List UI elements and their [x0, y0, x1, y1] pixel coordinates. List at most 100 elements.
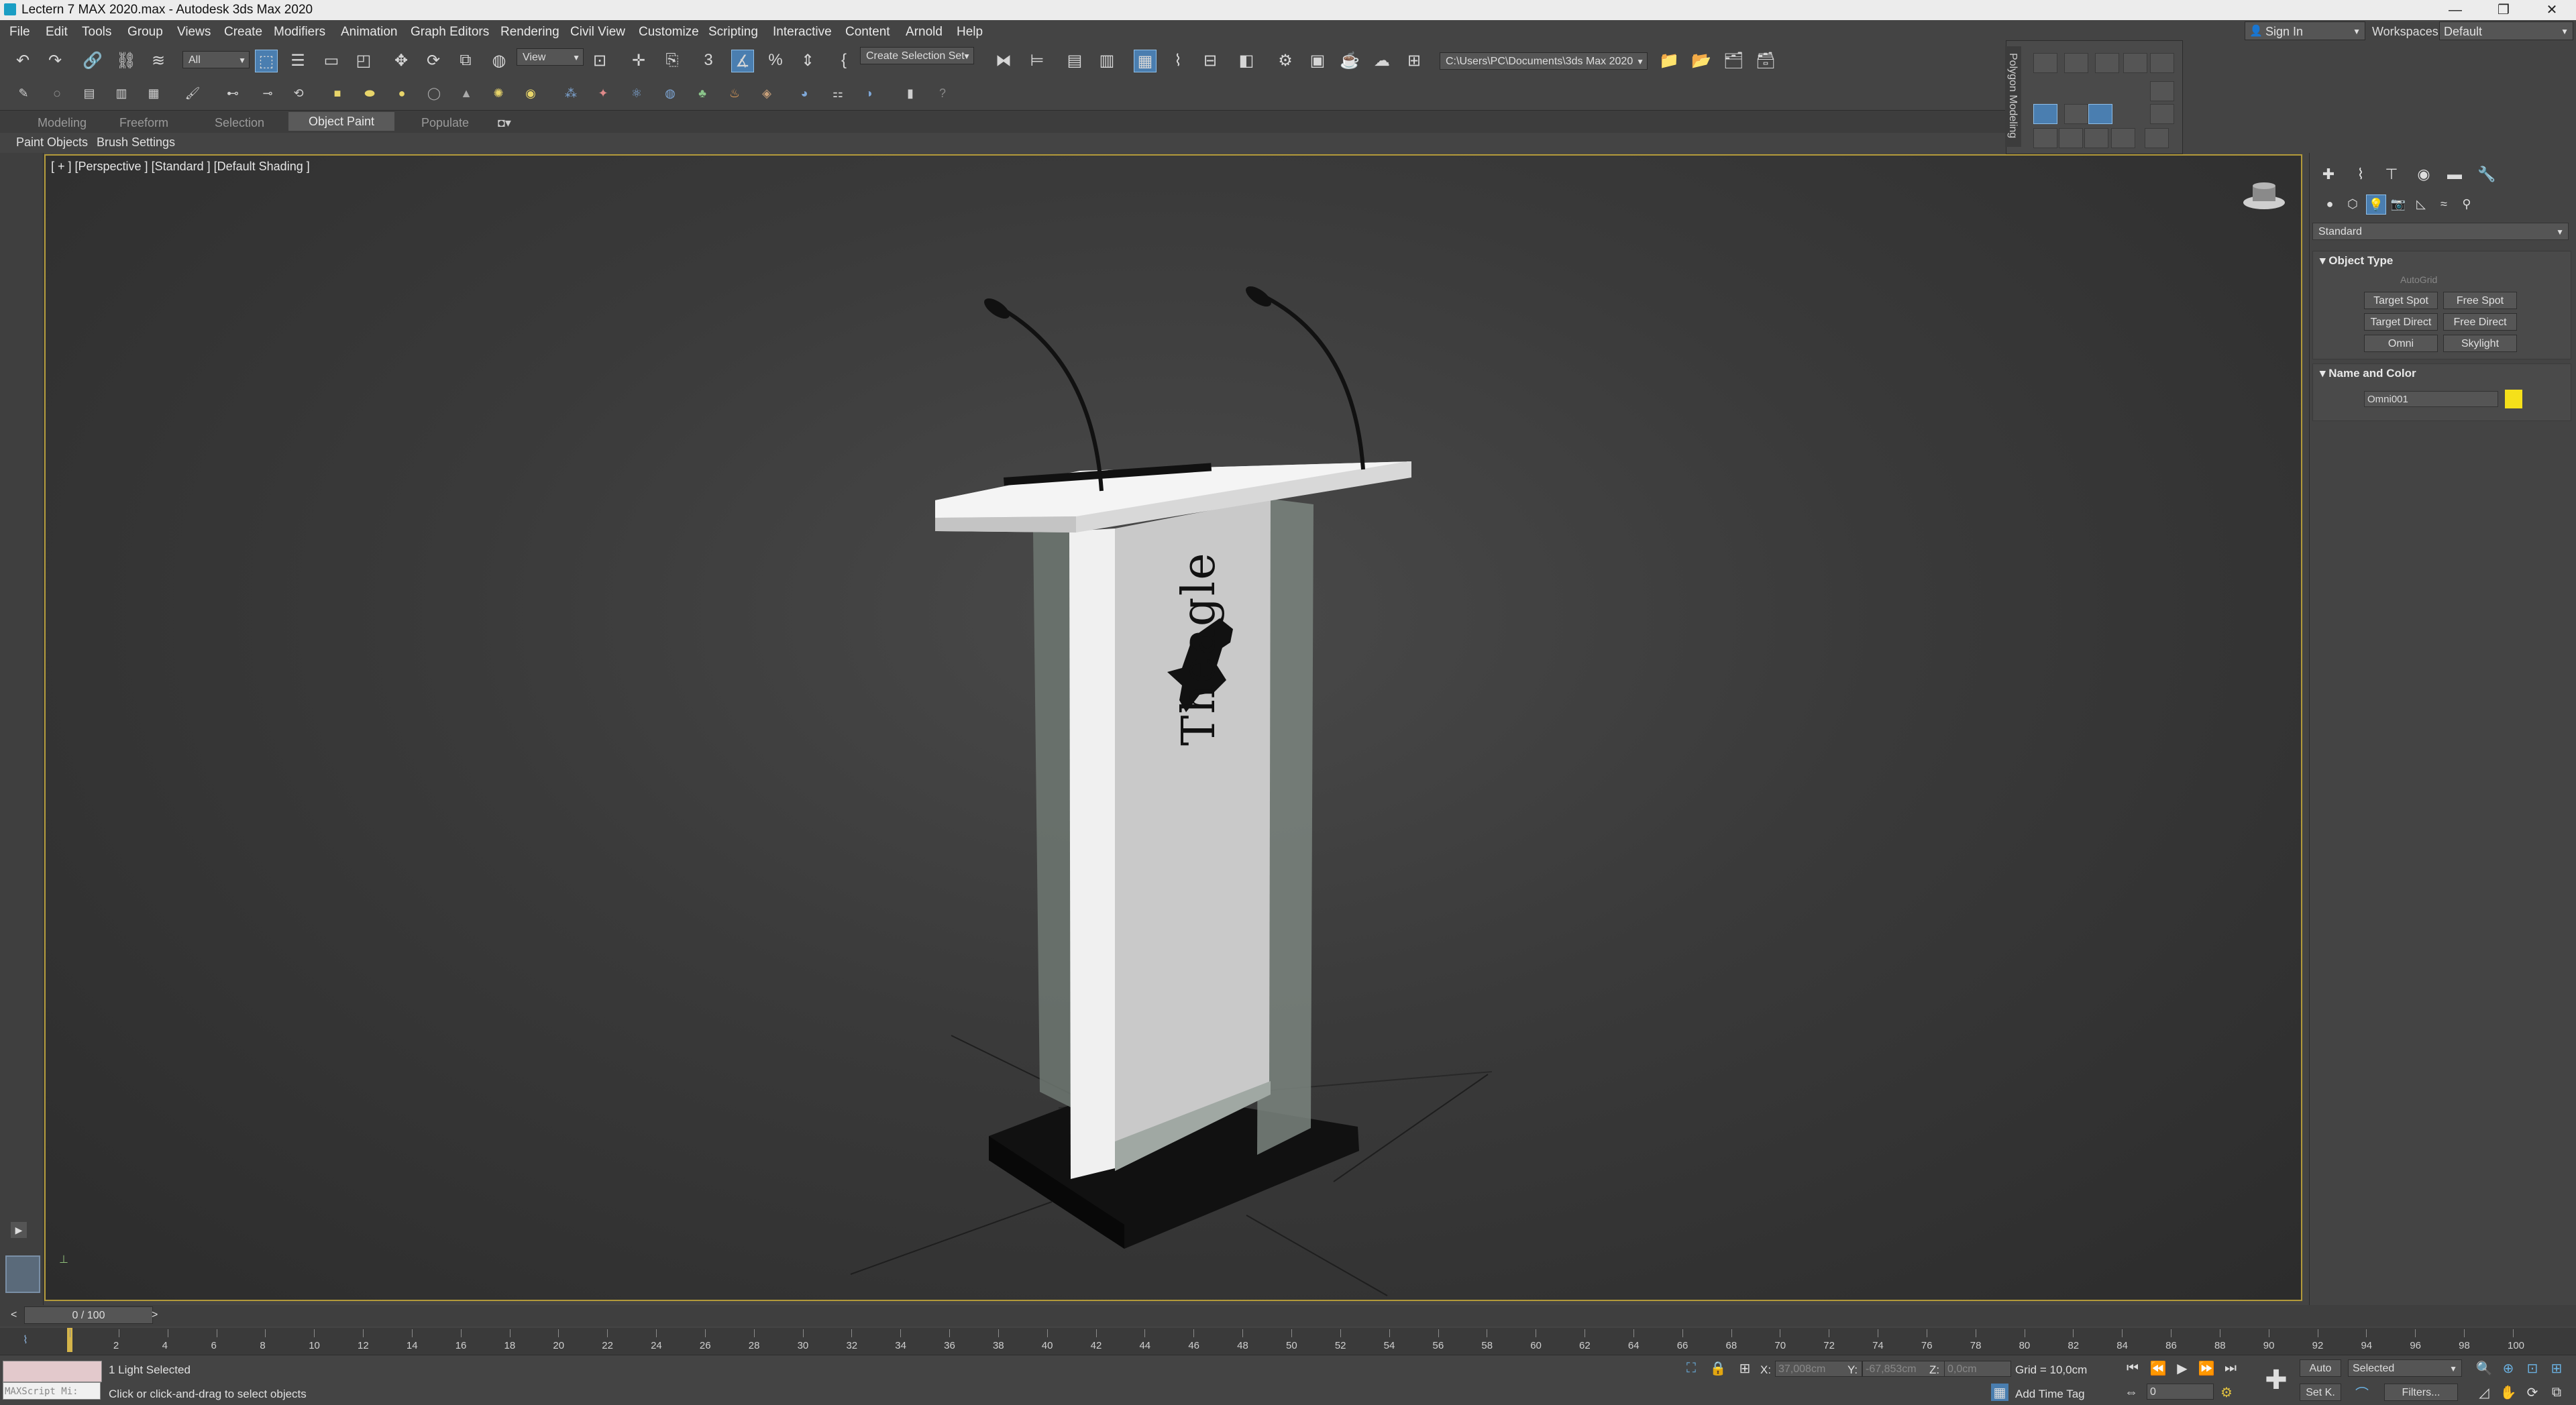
- pan-icon[interactable]: ✋: [2500, 1384, 2517, 1401]
- create-tab-icon[interactable]: ✚: [2318, 164, 2339, 185]
- brush-icon[interactable]: 🖌: [184, 85, 201, 102]
- space-warps-icon[interactable]: ≈: [2434, 194, 2453, 213]
- go-to-end-icon[interactable]: ⏭: [2222, 1359, 2239, 1377]
- time-configuration-icon[interactable]: ⚙: [2218, 1384, 2235, 1401]
- place-icon[interactable]: ◍: [488, 50, 510, 71]
- angle-snap-icon[interactable]: ∡: [731, 50, 754, 72]
- undo-icon[interactable]: ↶: [12, 50, 34, 71]
- zoom-all-icon[interactable]: ⊕: [2500, 1359, 2517, 1377]
- sun-icon[interactable]: ✺: [490, 85, 507, 102]
- cap-button[interactable]: [2111, 128, 2135, 148]
- vertex-mode-button[interactable]: [2033, 53, 2057, 73]
- polygon-modeling-tab[interactable]: Polygon Modeling: [2005, 46, 2021, 147]
- rectangular-selection-icon[interactable]: ▭: [321, 50, 342, 71]
- border-mode-button[interactable]: [2095, 53, 2119, 73]
- absolute-mode-icon[interactable]: ⊞: [1736, 1359, 1754, 1377]
- restore-button[interactable]: ❐: [2490, 1, 2517, 19]
- project-save-icon[interactable]: 🗂: [1723, 50, 1744, 71]
- menu-create[interactable]: Create: [224, 25, 262, 40]
- key-mode-icon[interactable]: ⇔: [2123, 1384, 2140, 1401]
- close-button[interactable]: ✕: [2538, 1, 2565, 19]
- menu-interactive[interactable]: Interactive: [773, 25, 832, 40]
- orbit-icon[interactable]: ⟳: [2524, 1384, 2541, 1401]
- subtab-brush-settings[interactable]: Brush Settings: [97, 135, 175, 150]
- material-editor-icon[interactable]: ◧: [1236, 50, 1257, 71]
- hair-icon[interactable]: ♨: [726, 85, 743, 102]
- current-frame-field[interactable]: 0: [2147, 1384, 2214, 1400]
- window-crossing-icon[interactable]: ◰: [353, 50, 374, 71]
- curve-editor-icon[interactable]: ⌇: [1167, 50, 1189, 71]
- fluid-icon[interactable]: ⚛: [628, 85, 645, 102]
- ribbon-options-icon[interactable]: ◘▾: [498, 116, 511, 130]
- viewcube-icon[interactable]: [2239, 182, 2289, 216]
- schematic-view-icon[interactable]: ⊟: [1199, 50, 1221, 71]
- redo-icon[interactable]: ↷: [44, 50, 66, 71]
- move-icon[interactable]: ✥: [390, 50, 412, 71]
- menu-scripting[interactable]: Scripting: [708, 25, 758, 40]
- select-object-icon[interactable]: ⬚: [255, 50, 278, 72]
- subtab-paint-objects[interactable]: Paint Objects: [16, 135, 88, 150]
- render-view-icon[interactable]: ▮: [902, 85, 919, 102]
- ring-button[interactable]: [2150, 104, 2174, 124]
- zoom-extents-icon[interactable]: ⊡: [2524, 1359, 2541, 1377]
- auto-key-button[interactable]: Auto: [2300, 1359, 2341, 1377]
- object-name-field[interactable]: Omni001: [2364, 391, 2498, 407]
- workspaces-dropdown[interactable]: Default ▼: [2439, 21, 2573, 40]
- menu-civil-view[interactable]: Civil View: [570, 25, 625, 40]
- box-icon[interactable]: ■: [329, 85, 346, 102]
- play-icon[interactable]: ▶: [2174, 1359, 2191, 1377]
- viewport-layout-thumbnail[interactable]: [5, 1255, 40, 1293]
- menu-group[interactable]: Group: [127, 25, 163, 40]
- autogrid-checkbox[interactable]: AutoGrid: [2400, 274, 2437, 285]
- lasso-icon[interactable]: ◌: [48, 85, 66, 102]
- systems-icon[interactable]: ⚲: [2457, 194, 2476, 213]
- previous-frame-icon[interactable]: <: [11, 1309, 17, 1321]
- smooth-button[interactable]: [2145, 128, 2169, 148]
- name-and-color-title[interactable]: ▾ Name and Color: [2320, 367, 2416, 380]
- render-icon[interactable]: ◕: [796, 85, 813, 102]
- omni-button[interactable]: Omni: [2364, 335, 2438, 352]
- help-icon[interactable]: ?: [934, 85, 951, 102]
- object-type-title[interactable]: ▾ Object Type: [2320, 254, 2393, 268]
- paint-icon[interactable]: ✎: [15, 85, 32, 102]
- cylinder-icon[interactable]: ⬬: [361, 85, 378, 102]
- wire-icon[interactable]: ⟲: [290, 85, 307, 102]
- collapse-button[interactable]: [2033, 128, 2057, 148]
- edge-mode-button[interactable]: [2064, 53, 2088, 73]
- reference-coordinate-dropdown[interactable]: View ▼: [517, 48, 584, 66]
- project-folder-icon[interactable]: 📁: [1658, 50, 1680, 71]
- rotate-icon[interactable]: ⟳: [423, 50, 444, 71]
- selection-filter-dropdown[interactable]: All ▼: [182, 51, 250, 68]
- helpers-icon[interactable]: ◺: [2412, 194, 2430, 213]
- polygon-mode-button[interactable]: [2123, 53, 2147, 73]
- viewport-label[interactable]: [ + ] [Perspective ] [Standard ] [Defaul…: [51, 160, 310, 174]
- time-tag-icon[interactable]: ▦: [1991, 1384, 2008, 1401]
- cone-icon[interactable]: ▲: [458, 85, 475, 102]
- free-spot-button[interactable]: Free Spot: [2443, 292, 2517, 309]
- arnold-render-icon[interactable]: ⚏: [829, 85, 847, 102]
- layer-explorer-icon[interactable]: ▥: [1096, 50, 1118, 71]
- layer-icon[interactable]: ▤: [80, 85, 98, 102]
- field-of-view-icon[interactable]: ◿: [2475, 1384, 2493, 1401]
- minimize-button[interactable]: —: [2442, 1, 2469, 19]
- menu-help[interactable]: Help: [957, 25, 983, 40]
- previous-key-icon[interactable]: ⏪: [2149, 1359, 2167, 1377]
- menu-graph-editors[interactable]: Graph Editors: [411, 25, 489, 40]
- next-key-icon[interactable]: ⏩: [2198, 1359, 2215, 1377]
- object-color-swatch[interactable]: [2505, 390, 2522, 408]
- menu-animation[interactable]: Animation: [341, 25, 398, 40]
- utilities-tab-icon[interactable]: 🔧: [2476, 164, 2498, 185]
- render-in-cloud-icon[interactable]: ☁: [1371, 50, 1393, 71]
- geometry-icon[interactable]: ●: [2320, 194, 2339, 213]
- select-and-manipulate-icon[interactable]: ✛: [628, 50, 649, 71]
- tab-modeling[interactable]: Modeling: [38, 116, 87, 130]
- next-frame-icon[interactable]: >: [152, 1309, 158, 1321]
- key-filters-button[interactable]: Filters...: [2384, 1384, 2458, 1401]
- menu-rendering[interactable]: Rendering: [500, 25, 559, 40]
- track-bar[interactable]: ⌇ 2 4 6 8 10 12 14 16 18 20 22 24 26 28 30 32 34 36 38 40 42…: [0, 1328, 2576, 1355]
- time-slider[interactable]: < 0 / 100 >: [0, 1305, 2576, 1327]
- key-tangent-icon[interactable]: ⌒: [2353, 1384, 2371, 1402]
- layer-add-icon[interactable]: ▥: [113, 85, 130, 102]
- menu-views[interactable]: Views: [177, 25, 211, 40]
- skylight-button[interactable]: Skylight: [2443, 335, 2517, 352]
